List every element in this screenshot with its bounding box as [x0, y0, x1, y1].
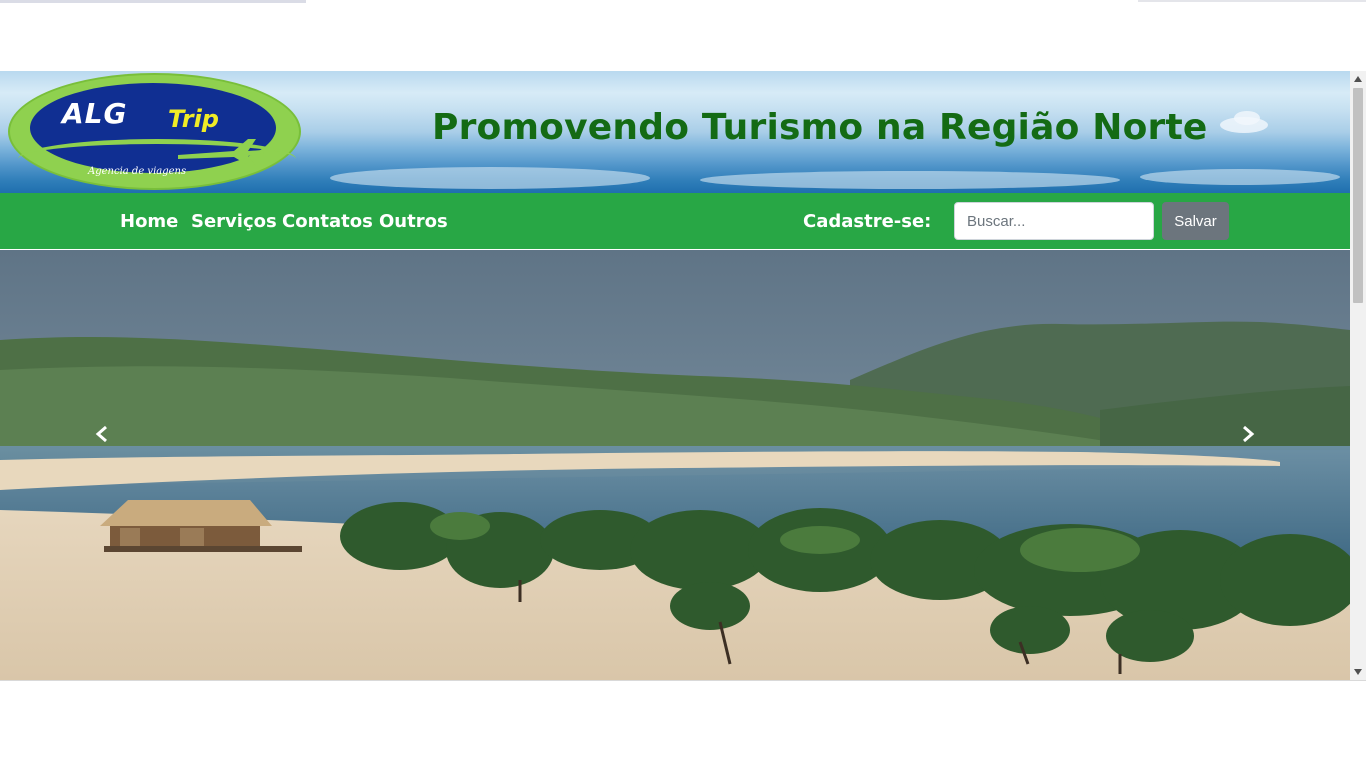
- caret-up-icon: [1354, 76, 1362, 82]
- signup-label: Cadastre-se:: [803, 211, 932, 232]
- hero-carousel[interactable]: [0, 250, 1350, 680]
- chevron-right-icon: [1243, 425, 1255, 443]
- scroll-thumb[interactable]: [1353, 88, 1363, 303]
- search-input[interactable]: [954, 202, 1154, 240]
- page-viewport: ALG Trip Agencia de viagens Promovendo T…: [0, 71, 1366, 680]
- viewport-bottom-border: [0, 680, 1366, 681]
- river-island-decoration: [330, 167, 650, 189]
- scroll-up-button[interactable]: [1350, 71, 1366, 87]
- browser-tab-strip-left: [0, 0, 306, 3]
- save-button[interactable]: Salvar: [1162, 202, 1229, 240]
- nav-item-outros[interactable]: Outros: [379, 211, 448, 232]
- nav-item-contatos[interactable]: Contatos: [282, 211, 373, 232]
- site-logo[interactable]: ALG Trip Agencia de viagens: [8, 73, 301, 190]
- logo-brand-accent-text: Trip: [168, 105, 219, 133]
- cloud-decoration: [1234, 111, 1260, 125]
- main-navbar: Home Serviços Contatos Outros Cadastre-s…: [0, 193, 1350, 251]
- river-island-decoration: [700, 171, 1120, 189]
- page-title: Promovendo Turismo na Região Norte: [432, 107, 1208, 148]
- caret-down-icon: [1354, 669, 1362, 675]
- nav-item-home[interactable]: Home: [120, 211, 178, 232]
- hero-landscape-image: [0, 250, 1350, 680]
- logo-tagline: Agencia de viagens: [88, 166, 187, 177]
- browser-tab-strip-right: [1138, 0, 1366, 2]
- vertical-scrollbar[interactable]: [1350, 71, 1366, 680]
- scroll-down-button[interactable]: [1350, 664, 1366, 680]
- site-header-banner: ALG Trip Agencia de viagens Promovendo T…: [0, 71, 1350, 193]
- carousel-prev-button[interactable]: [86, 418, 118, 450]
- river-island-decoration: [1140, 169, 1340, 185]
- logo-brand-text: ALG: [62, 97, 128, 130]
- carousel-next-button[interactable]: [1232, 418, 1264, 450]
- airplane-icon: [178, 139, 264, 166]
- chevron-left-icon: [95, 425, 107, 443]
- nav-item-servicos[interactable]: Serviços: [191, 211, 277, 232]
